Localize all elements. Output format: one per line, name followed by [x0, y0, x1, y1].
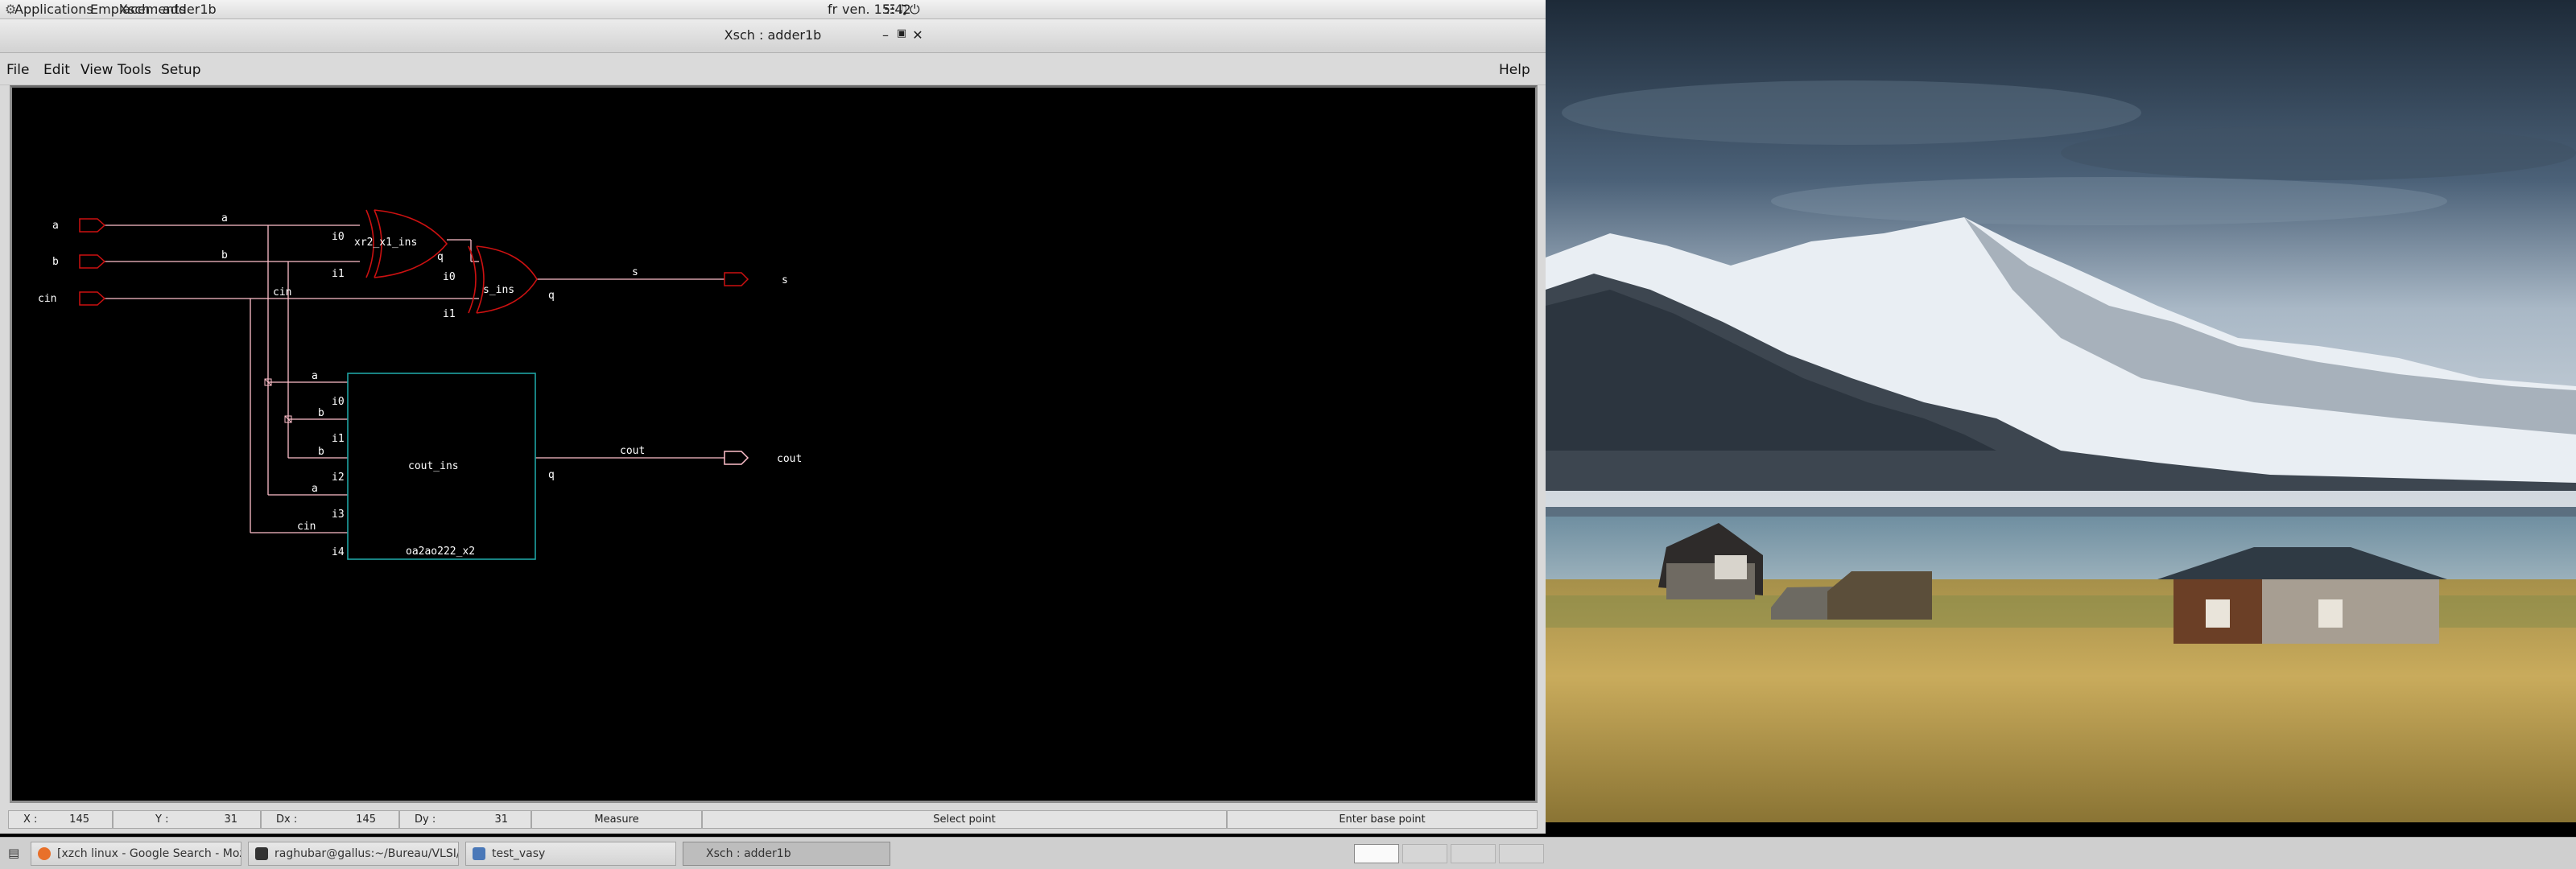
status-y-value: 31 — [224, 813, 237, 826]
volume-icon[interactable]: ♫ — [897, 3, 908, 16]
menu-tools[interactable]: Tools — [118, 62, 151, 78]
document-icon — [473, 847, 485, 860]
schematic-drawing[interactable]: a b cin a b cin s cout s cout xr2_x1_ins… — [12, 88, 1535, 801]
power-icon[interactable]: ⏻ — [910, 3, 920, 16]
cout-net-a-bottom: a — [312, 483, 318, 495]
workspace-4[interactable] — [1499, 844, 1544, 863]
wallpaper-landscape — [1546, 0, 2576, 822]
window-titlebar[interactable]: Xsch : adder1b – ▣ ✕ — [0, 19, 1546, 53]
cout-pin-i3: i3 — [332, 509, 345, 521]
status-dy: Dy : 31 — [399, 810, 531, 829]
xor1-pin-i0: i0 — [332, 231, 345, 243]
cout-pin-i1: i1 — [332, 433, 345, 445]
net-label-cout: cout — [620, 445, 645, 457]
junctions — [264, 378, 292, 423]
menu-edit[interactable]: Edit — [43, 62, 70, 78]
status-y: Y : 31 — [113, 810, 261, 829]
net-label-s: s — [632, 266, 638, 278]
cout-instance-name: cout_ins — [408, 460, 459, 472]
xor1-instance-name: xr2_x1_ins — [354, 237, 417, 249]
input-label-cin: cin — [38, 293, 56, 305]
xor1-pin-i1: i1 — [332, 268, 345, 280]
menu-file[interactable]: File — [6, 62, 29, 78]
workspace-1[interactable] — [1354, 844, 1399, 863]
net-label-a: a — [221, 212, 228, 224]
status-x-value: 145 — [69, 813, 89, 826]
cout-net-b-2: b — [318, 446, 324, 458]
window-list-taskbar: ▤ [xzch linux - Google Search - Mozilla.… — [0, 837, 2576, 869]
xor2-instance-name: s_ins — [483, 284, 514, 296]
output-connector-s[interactable] — [724, 272, 749, 286]
status-mode: Measure — [531, 810, 702, 829]
status-bar: X : 145 Y : 31 Dx : 145 Dy : 31 Measure … — [0, 808, 1546, 832]
desktop-wallpaper — [1546, 0, 2576, 822]
task-firefox[interactable]: [xzch linux - Google Search - Mozilla... — [31, 842, 242, 866]
keyboard-layout-indicator[interactable]: fr — [828, 2, 837, 17]
input-connector-cin[interactable] — [79, 291, 106, 306]
firefox-icon — [38, 847, 51, 860]
show-desktop-icon[interactable]: ▤ — [8, 846, 19, 860]
input-label-b: b — [52, 256, 59, 268]
applications-menu[interactable]: Applications — [14, 2, 93, 17]
schematic-canvas[interactable]: a b cin a b cin s cout s cout xr2_x1_ins… — [10, 85, 1538, 803]
xsch-window: Xsch : adder1b – ▣ ✕ File Edit View Tool… — [0, 19, 1546, 834]
cout-pin-q: q — [548, 469, 555, 481]
network-icon[interactable]: ☷ — [884, 3, 895, 16]
task-terminal[interactable]: raghubar@gallus:~/Bureau/VLSI/TP5... — [248, 842, 459, 866]
close-icon[interactable]: ✕ — [910, 27, 926, 43]
cout-pin-i4: i4 — [332, 546, 345, 558]
xor2-pin-i0: i0 — [443, 271, 456, 283]
task-xsch[interactable]: Xsch : adder1b — [683, 842, 890, 866]
cout-net-b-1: b — [318, 407, 324, 419]
input-label-a: a — [52, 220, 59, 232]
menu-setup[interactable]: Setup — [161, 62, 200, 78]
menubar: File Edit View Tools Setup Help — [0, 53, 1546, 85]
menu-view[interactable]: View — [80, 62, 113, 78]
minimize-icon[interactable]: – — [877, 27, 894, 43]
net-label-cin: cin — [273, 286, 291, 299]
net-label-b: b — [221, 249, 228, 262]
xor1-pin-q: q — [437, 251, 444, 263]
maximize-icon[interactable]: ▣ — [894, 27, 910, 39]
xor2-pin-q: q — [548, 290, 555, 302]
status-dx: Dx : 145 — [261, 810, 399, 829]
task-test-vasy[interactable]: test_vasy — [465, 842, 676, 866]
input-connector-a[interactable] — [79, 218, 106, 233]
workspace-2[interactable] — [1402, 844, 1447, 863]
status-hint-primary: Select point — [702, 810, 1227, 829]
active-app-menu[interactable]: Xsch : adder1b — [119, 2, 217, 17]
cout-pin-i0: i0 — [332, 396, 345, 408]
status-hint-secondary: Enter base point — [1227, 810, 1538, 829]
terminal-icon — [255, 847, 268, 860]
cout-model-name: oa2ao222_x2 — [406, 546, 475, 558]
status-dx-value: 145 — [356, 813, 376, 826]
cout-net-cin: cin — [297, 521, 316, 533]
menu-help[interactable]: Help — [1499, 62, 1530, 78]
xor2-pin-i1: i1 — [443, 308, 456, 320]
status-x: X : 145 — [8, 810, 113, 829]
status-dy-value: 31 — [494, 813, 508, 826]
output-label-s: s — [782, 274, 788, 286]
output-label-cout: cout — [777, 453, 802, 465]
top-panel: ⚙ Applications Emplacements Xsch : adder… — [0, 0, 1546, 19]
window-title: Xsch : adder1b — [724, 27, 822, 43]
cout-net-a-top: a — [312, 370, 318, 382]
workspace-3[interactable] — [1451, 844, 1496, 863]
output-connector-cout[interactable] — [724, 451, 749, 465]
input-connector-b[interactable] — [79, 254, 106, 269]
xor-gate-2[interactable] — [468, 245, 538, 314]
cout-pin-i2: i2 — [332, 472, 345, 484]
